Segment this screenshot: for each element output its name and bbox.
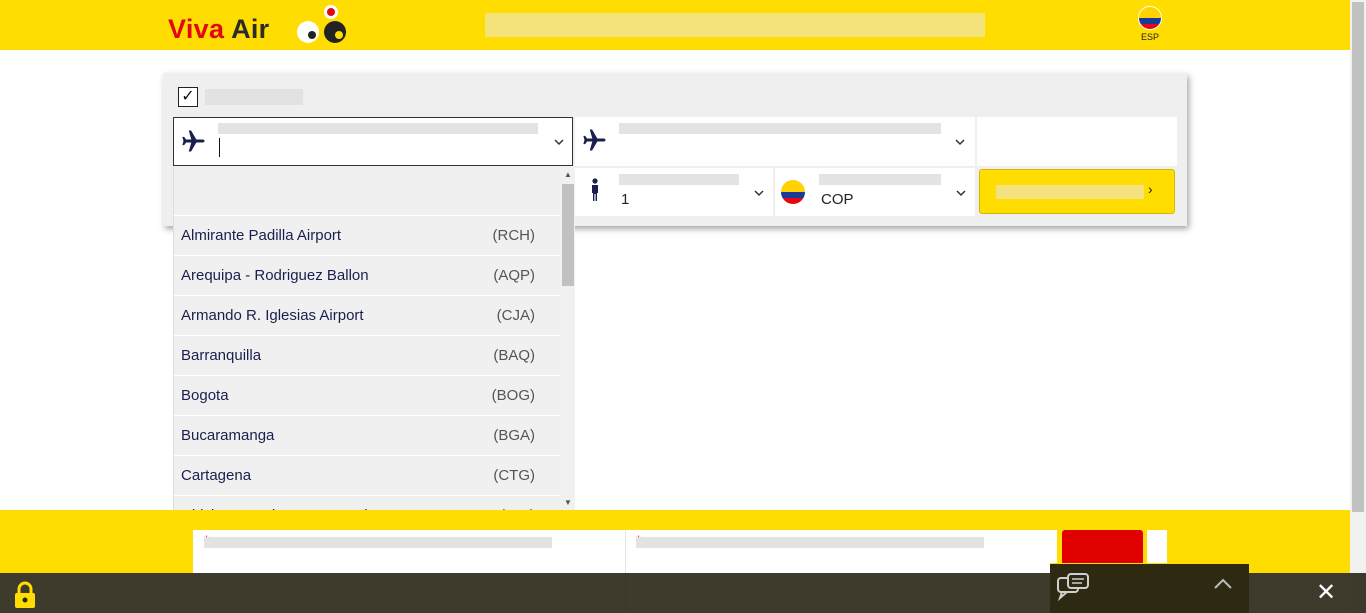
passengers-value: 1 [621,191,630,208]
chevron-right-icon: › [1148,181,1153,197]
chevron-down-icon [956,190,966,197]
airport-name: Barranquilla [181,347,262,364]
colombia-flag-icon [781,180,805,204]
dropdown-scrollbar-thumb[interactable] [562,184,574,286]
round-trip-checkbox[interactable]: ✓ [178,87,198,107]
close-icon[interactable]: ✕ [1316,581,1336,605]
plane-icon [182,130,205,152]
page-scrollbar-thumb[interactable] [1352,2,1364,512]
secondary-form: * * [193,530,1057,613]
airport-code: (CJA) [496,307,535,324]
secondary-field-1-placeholder[interactable] [204,537,552,548]
airport-option[interactable]: Bogota (BOG) [174,376,560,416]
currency-value: COP [821,191,854,208]
brand-first: Viva [168,14,225,44]
chevron-down-icon [754,190,764,197]
airport-name: Armando R. Iglesias Airport [181,307,364,324]
airport-list: Almirante Padilla Airport (RCH) Arequipa -… [174,216,575,513]
origin-field[interactable] [173,117,573,166]
airport-code: (BOG) [491,387,535,404]
brand-second: Air [231,14,270,44]
round-trip-label [205,89,303,105]
airport-code: (BAQ) [493,347,535,364]
destination-field[interactable] [575,117,975,166]
chevron-down-icon [554,139,564,146]
airport-option[interactable]: Arequipa - Rodriguez Ballon (AQP) [174,256,560,296]
airport-name: Almirante Padilla Airport [181,227,342,244]
passengers-label-placeholder [619,174,739,185]
chat-icon [1057,573,1089,602]
text-cursor [219,138,220,157]
origin-label-placeholder [218,123,538,134]
scroll-up-arrow-icon[interactable]: ▲ [564,170,572,179]
plane-icon [583,129,606,151]
airport-name: Bucaramanga [181,427,275,444]
scroll-down-arrow-icon[interactable]: ▼ [564,498,572,507]
chevron-down-icon [955,139,965,146]
airport-code: (AQP) [493,267,535,284]
white-slot [1147,530,1167,563]
logo-dots-icon [297,5,346,43]
page-scrollbar[interactable] [1350,0,1366,613]
header-search-bar[interactable] [485,13,985,37]
airport-name: Bogota [181,387,229,404]
currency-field[interactable]: COP [775,168,975,216]
origin-airport-dropdown[interactable]: Almirante Padilla Airport (RCH) Arequipa -… [173,166,575,513]
dropdown-scrollbar[interactable]: ▲ ▼ [560,166,575,513]
airport-option[interactable]: Barranquilla (BAQ) [174,336,560,376]
airport-option[interactable]: Armando R. Iglesias Airport (CJA) [174,296,560,336]
airport-name: Arequipa - Rodriguez Ballon [181,267,369,284]
airport-option[interactable]: Bucaramanga (BGA) [174,416,560,456]
passengers-field[interactable]: 1 [575,168,773,216]
airport-name: Cartagena [181,467,252,484]
viva-air-logo[interactable]: Viva Air [168,14,270,45]
chevron-up-icon[interactable] [1213,578,1233,590]
search-flights-button[interactable]: › [979,169,1175,214]
colombia-flag-icon [1138,6,1162,30]
top-header: Viva Air ESP [0,0,1350,50]
airport-option[interactable]: Almirante Padilla Airport (RCH) [174,216,560,256]
currency-label-placeholder [819,174,941,185]
airport-code: (RCH) [492,227,536,244]
language-label: ESP [1140,32,1159,42]
airport-option[interactable]: Cartagena (CTG) [174,456,560,496]
lock-icon [15,581,35,608]
secondary-field-2-placeholder[interactable] [636,537,984,548]
search-button-label-placeholder [996,185,1144,199]
airport-code: (BGA) [493,427,535,444]
destination-label-placeholder [619,123,941,134]
dropdown-blank-row [174,166,575,216]
person-icon [592,178,598,201]
date-field[interactable] [977,117,1177,166]
language-selector[interactable]: ESP [1137,6,1163,42]
chat-widget[interactable] [1050,563,1249,613]
airport-code: (CTG) [493,467,535,484]
